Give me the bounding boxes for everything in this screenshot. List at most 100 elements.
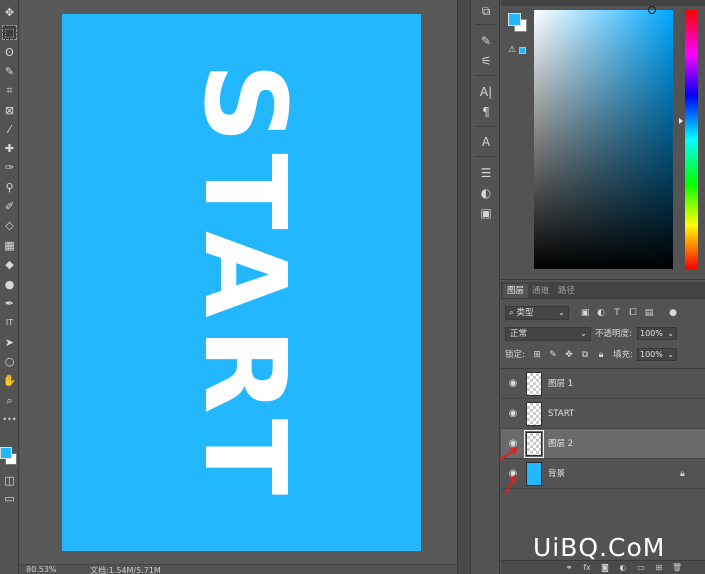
shape-tool-icon[interactable]: ○ xyxy=(2,354,17,369)
tab-layers[interactable]: 图层 xyxy=(503,284,529,298)
filter-pixel-icon[interactable]: ▣ xyxy=(579,306,591,320)
visibility-eye-icon[interactable]: ◉ xyxy=(506,377,520,391)
lock-label: 锁定: xyxy=(505,350,525,360)
brush-presets-icon[interactable]: ⚟ xyxy=(478,53,494,69)
blend-opacity-row: 正常 ⌄ 不透明度: 100% ⌄ xyxy=(503,327,703,341)
zoom-tool-icon[interactable]: ⌕ xyxy=(2,393,17,408)
filter-type-icon[interactable]: T xyxy=(611,306,623,320)
libraries-panel-icon[interactable]: ▣ xyxy=(478,205,494,221)
chevron-down-icon: ⌄ xyxy=(579,329,587,339)
document-canvas[interactable]: START xyxy=(62,14,421,551)
layer-mask-icon[interactable]: ◙ xyxy=(599,562,611,574)
lock-fill-row: 锁定: ⊞ ✎ ✥ ⧉ 🔒︎ 填充: 100% ⌄ xyxy=(503,348,703,362)
layer-name[interactable]: START xyxy=(548,407,574,421)
gamut-swatch[interactable] xyxy=(519,47,526,54)
path-select-tool-icon[interactable]: ➤ xyxy=(2,335,17,350)
chevron-down-icon: ⌄ xyxy=(667,350,674,359)
layer-row-selected[interactable]: ◉ 图层 2 xyxy=(501,429,705,459)
more-tools-icon[interactable]: ••• xyxy=(2,412,17,427)
lock-transparent-icon[interactable]: ⊞ xyxy=(531,348,543,362)
gamut-warning-icon[interactable]: ⚠ xyxy=(508,45,516,55)
blur-tool-icon[interactable]: ◆ xyxy=(2,257,17,272)
layer-thumbnail[interactable] xyxy=(526,402,542,426)
quick-mask-icon[interactable]: ◫ xyxy=(2,473,17,488)
layers-panel-tabs: 图层 通道 路径 xyxy=(501,282,705,299)
layer-row[interactable]: ◉ 图层 1 xyxy=(501,369,705,399)
canvas-area[interactable]: START xyxy=(20,0,457,564)
quick-select-tool-icon[interactable]: ✎ xyxy=(2,64,17,79)
layer-name[interactable]: 背景 xyxy=(548,467,565,481)
color-panel: ⚠ xyxy=(501,0,705,280)
layer-thumbnail[interactable] xyxy=(526,462,542,486)
layer-name[interactable]: 图层 2 xyxy=(548,437,573,451)
visibility-eye-icon[interactable]: ◉ xyxy=(506,407,520,421)
tab-paths[interactable]: 路径 xyxy=(554,284,579,298)
lock-all-icon[interactable]: 🔒︎ xyxy=(595,348,607,362)
hue-slider[interactable] xyxy=(685,10,698,269)
layer-name[interactable]: 图层 1 xyxy=(548,377,573,391)
blend-mode-value: 正常 xyxy=(510,329,528,339)
lock-position-icon[interactable]: ✥ xyxy=(563,348,575,362)
filter-smart-object-icon[interactable]: ▤ xyxy=(643,306,655,320)
move-tool-icon[interactable]: ✥ xyxy=(2,5,17,20)
history-panel-icon[interactable]: ⧉ xyxy=(478,3,494,19)
filter-toggle-icon[interactable]: ● xyxy=(667,306,679,320)
pen-tool-icon[interactable]: ✒ xyxy=(2,296,17,311)
new-layer-icon[interactable]: ⊞ xyxy=(653,562,665,574)
filter-shape-icon[interactable]: ⧠ xyxy=(627,306,639,320)
clone-stamp-tool-icon[interactable]: ⚲ xyxy=(2,180,17,195)
eraser-tool-icon[interactable]: ◇ xyxy=(2,218,17,233)
layer-row[interactable]: ◉ 背景 🔒︎ xyxy=(501,459,705,489)
lock-artboard-icon[interactable]: ⧉ xyxy=(579,348,591,362)
canvas-start-text[interactable]: START xyxy=(179,63,309,506)
group-folder-icon[interactable]: ▭ xyxy=(635,562,647,574)
fill-field[interactable]: 100% ⌄ xyxy=(637,348,677,361)
color-picker-ring[interactable] xyxy=(648,6,656,14)
lock-pixels-icon[interactable]: ✎ xyxy=(547,348,559,362)
healing-brush-tool-icon[interactable]: ✚ xyxy=(2,141,17,156)
gradient-tool-icon[interactable]: ▦ xyxy=(2,238,17,253)
marquee-tool-icon[interactable]: ⬚ xyxy=(2,25,17,40)
frame-tool-icon[interactable]: ⊠ xyxy=(2,103,17,118)
foreground-color-swatch[interactable] xyxy=(0,447,12,459)
layer-thumbnail[interactable] xyxy=(524,430,544,458)
character-panel-icon[interactable]: A| xyxy=(478,84,494,100)
color-panel-foreground-swatch[interactable] xyxy=(508,13,521,26)
brush-settings-icon[interactable]: ✎ xyxy=(478,33,494,49)
glyphs-panel-icon[interactable]: A xyxy=(478,134,494,150)
paragraph-panel-icon[interactable]: ¶ xyxy=(478,104,494,120)
layer-thumbnail[interactable] xyxy=(526,372,542,396)
brush-tool-icon[interactable]: ✑ xyxy=(2,160,17,175)
fill-value: 100% xyxy=(640,350,663,359)
dodge-tool-icon[interactable]: ● xyxy=(2,277,17,292)
history-brush-tool-icon[interactable]: ✐ xyxy=(2,199,17,214)
adjustment-layer-icon[interactable]: ◐ xyxy=(617,562,629,574)
crop-tool-icon[interactable]: ⌗ xyxy=(2,83,17,98)
link-layers-icon[interactable]: ⚭ xyxy=(563,562,575,574)
layer-lock-icon: 🔒︎ xyxy=(680,469,685,479)
layers-panel: 图层 通道 路径 ⌕ 类型 ⌄ ▣ ◐ T ⧠ ▤ ● 正常 ⌄ 不透明度: 1… xyxy=(501,282,705,574)
panel-divider[interactable] xyxy=(457,0,471,574)
hand-tool-icon[interactable]: ✋ xyxy=(2,373,17,388)
type-tool-icon[interactable]: IT xyxy=(2,315,17,330)
lasso-tool-icon[interactable]: ʘ xyxy=(2,45,17,60)
filter-adjustment-icon[interactable]: ◐ xyxy=(595,306,607,320)
screen-mode-icon[interactable]: ▭ xyxy=(2,491,17,506)
tab-channels[interactable]: 通道 xyxy=(528,284,553,298)
text-split-cut xyxy=(169,14,174,551)
layer-style-icon[interactable]: fx xyxy=(581,562,593,574)
layer-filter-label: 类型 xyxy=(516,308,534,318)
layer-filter-select[interactable]: ⌕ 类型 ⌄ xyxy=(505,306,569,320)
collapsed-panels-strip: ⧉ ✎ ⚟ A| ¶ A ☰ ◐ ▣ xyxy=(471,0,500,574)
zoom-level[interactable]: 80.53% xyxy=(26,565,57,574)
blend-mode-select[interactable]: 正常 ⌄ xyxy=(505,327,591,341)
opacity-field[interactable]: 100% ⌄ xyxy=(637,327,677,340)
hue-slider-handle[interactable] xyxy=(679,118,683,124)
adjustments-panel-icon[interactable]: ◐ xyxy=(478,185,494,201)
delete-layer-icon[interactable]: 🗑︎ xyxy=(671,562,683,574)
tools-panel: ✥ ⬚ ʘ ✎ ⌗ ⊠ ⁄ ✚ ✑ ⚲ ✐ ◇ ▦ ◆ ● ✒ IT ➤ ○ ✋ ⌕ ••• ◫ ▭ xyxy=(0,0,19,574)
eyedropper-tool-icon[interactable]: ⁄ xyxy=(2,122,17,137)
properties-panel-icon[interactable]: ☰ xyxy=(478,165,494,181)
color-saturation-field[interactable] xyxy=(534,10,673,269)
layer-row[interactable]: ◉ START xyxy=(501,399,705,429)
